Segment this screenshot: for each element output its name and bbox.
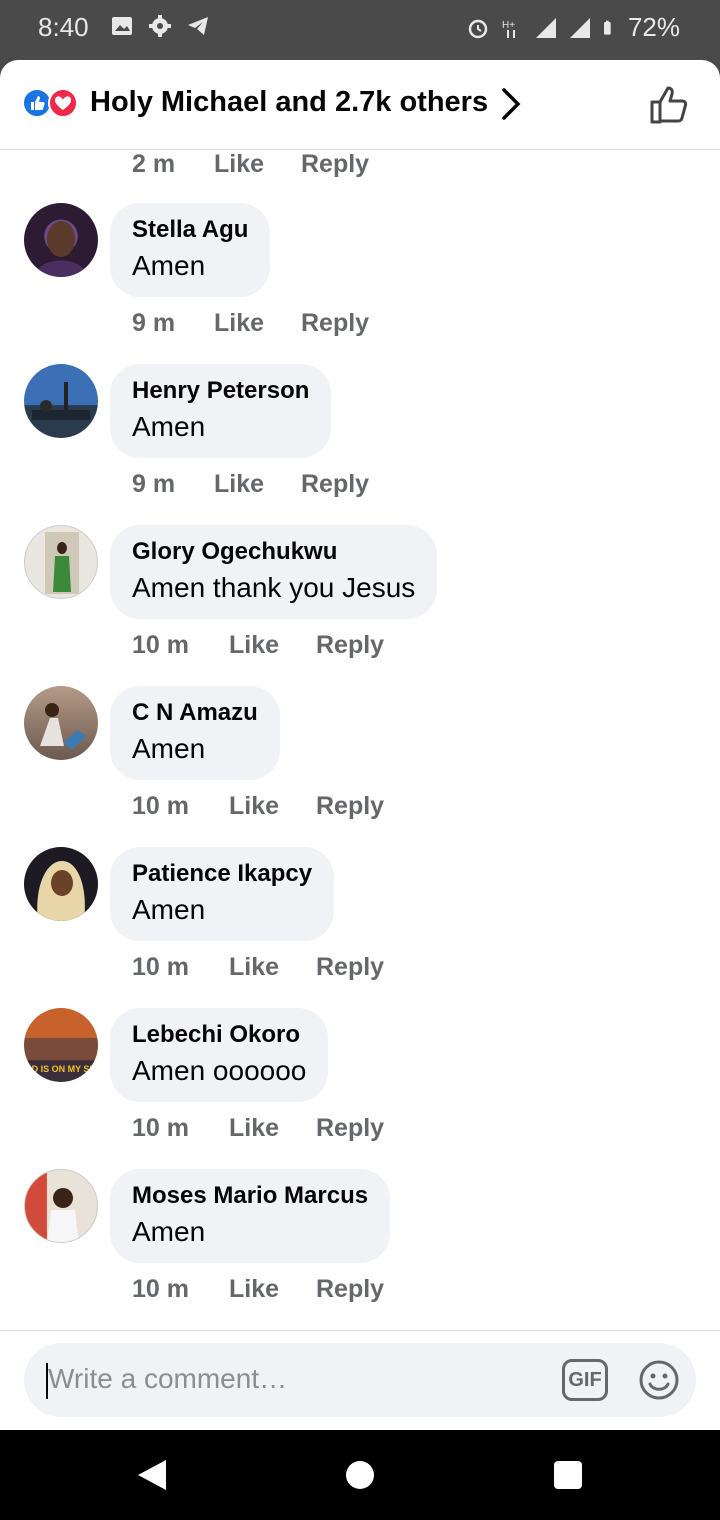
comment-item: GOD IS ON MY SIDE Lebechi Okoro Amen ooo…	[0, 1008, 720, 1169]
reply-comment-button[interactable]: Reply	[316, 792, 384, 821]
status-time: 8:40	[38, 12, 89, 42]
comment-item: Moses Mario Marcus Amen 10 m Like Reply	[0, 1169, 720, 1330]
commenter-name[interactable]: Patience Ikapcy	[132, 859, 312, 889]
comment-bubble[interactable]: Glory Ogechukwu Amen thank you Jesus	[110, 525, 438, 619]
comment-text: Amen	[132, 411, 206, 442]
comment-list[interactable]: 2 m Like Reply Stella Agu Amen 9 m Like …	[0, 150, 720, 1330]
avatar[interactable]	[24, 364, 98, 438]
comment-meta: 10 m Like Reply	[132, 953, 532, 989]
comment-time: 10 m	[132, 1275, 189, 1303]
comment-time: 2 m	[132, 150, 176, 178]
battery-percent: 72%	[627, 12, 680, 42]
comment-bubble[interactable]: Henry Peterson Amen	[110, 364, 332, 458]
commenter-name[interactable]: Glory Ogechukwu	[132, 537, 415, 567]
recents-icon[interactable]	[554, 1461, 582, 1489]
avatar[interactable]: GOD IS ON MY SIDE	[24, 1008, 98, 1082]
comment-meta: 9 m Like Reply	[132, 470, 532, 506]
like-comment-button[interactable]: Like	[229, 792, 279, 821]
gif-button[interactable]: GIF	[562, 1359, 608, 1401]
comment-time: 10 m	[132, 953, 189, 981]
avatar[interactable]	[24, 203, 98, 277]
reply-comment-button[interactable]: Reply	[316, 953, 384, 982]
comment-bubble[interactable]: Stella Agu Amen	[110, 203, 271, 297]
comment-item: Glory Ogechukwu Amen thank you Jesus 10 …	[0, 525, 720, 686]
comment-bubble[interactable]: C N Amazu Amen	[110, 686, 280, 780]
like-comment-button[interactable]: Like	[214, 150, 264, 179]
comment-time: 10 m	[132, 792, 189, 820]
comment-time: 10 m	[132, 631, 189, 659]
reply-comment-button[interactable]: Reply	[301, 309, 369, 338]
system-nav-bar	[0, 1430, 720, 1520]
reply-comment-button[interactable]: Reply	[316, 1275, 384, 1304]
comment-meta: 10 m Like Reply	[132, 1114, 532, 1150]
gallery-icon	[112, 17, 132, 35]
like-comment-button[interactable]: Like	[229, 631, 279, 660]
comment-bubble[interactable]: Patience Ikapcy Amen	[110, 847, 335, 941]
commenter-name[interactable]: Henry Peterson	[132, 376, 309, 406]
comment-text: Amen	[132, 250, 206, 281]
comment-meta: 10 m Like Reply	[132, 631, 532, 667]
back-icon[interactable]	[136, 1458, 168, 1492]
like-comment-button[interactable]: Like	[229, 953, 279, 982]
comment-meta: 10 m Like Reply	[132, 792, 532, 828]
comment-item: Stella Agu Amen 9 m Like Reply	[0, 203, 720, 364]
avatar[interactable]	[24, 525, 98, 599]
avatar[interactable]	[24, 1169, 98, 1243]
like-comment-button[interactable]: Like	[214, 309, 264, 338]
comment-meta: 9 m Like Reply	[132, 309, 532, 345]
comment-item: Henry Peterson Amen 9 m Like Reply	[0, 364, 720, 525]
svg-text:H+: H+	[502, 20, 515, 31]
comment-composer: Write a comment… GIF	[0, 1330, 720, 1430]
telegram-icon	[188, 17, 208, 35]
comment-meta: 10 m Like Reply	[132, 1275, 532, 1311]
reactions-header[interactable]: Holy Michael and 2.7k others	[0, 60, 720, 150]
status-system-icons: H+ 72%	[466, 12, 680, 43]
network-hplus-icon: H+	[502, 20, 515, 38]
comment-item: Patience Ikapcy Amen 10 m Like Reply	[0, 847, 720, 1008]
reply-comment-button[interactable]: Reply	[301, 150, 369, 179]
comment-item: C N Amazu Amen 10 m Like Reply	[0, 686, 720, 847]
signal-icon	[535, 17, 556, 38]
comment-text: Amen	[132, 1216, 206, 1247]
comment-bubble[interactable]: Moses Mario Marcus Amen	[110, 1169, 391, 1263]
settings-icon	[149, 15, 171, 37]
avatar[interactable]	[24, 686, 98, 760]
home-icon[interactable]	[346, 1461, 374, 1489]
comment-input[interactable]: Write a comment… GIF	[24, 1343, 696, 1417]
comment-input-placeholder: Write a comment…	[48, 1363, 288, 1394]
like-comment-button[interactable]: Like	[214, 470, 264, 499]
comment-text: Amen	[132, 894, 206, 925]
like-comment-button[interactable]: Like	[229, 1275, 279, 1304]
like-post-button[interactable]	[648, 84, 692, 126]
comment-time: 10 m	[132, 1114, 189, 1142]
avatar-badge-text: GOD IS ON MY SIDE	[24, 1064, 98, 1074]
comment-text: Amen thank you Jesus	[132, 572, 416, 603]
commenter-name[interactable]: Lebechi Okoro	[132, 1020, 306, 1050]
love-reaction-icon	[48, 88, 78, 118]
signal-icon	[569, 17, 590, 38]
comment-time: 9 m	[132, 470, 176, 498]
reply-comment-button[interactable]: Reply	[316, 631, 384, 660]
battery-icon	[603, 20, 611, 35]
alarm-icon	[468, 19, 488, 38]
emoji-icon[interactable]	[638, 1359, 680, 1401]
status-bar: 8:40 H+ 72%	[0, 0, 720, 60]
comment-bubble[interactable]: Lebechi Okoro Amen oooooo	[110, 1008, 329, 1102]
commenter-name[interactable]: Moses Mario Marcus	[132, 1181, 368, 1211]
reaction-summary[interactable]: Holy Michael and 2.7k others	[90, 86, 488, 119]
chevron-right-icon[interactable]	[498, 86, 524, 122]
commenter-name[interactable]: Stella Agu	[132, 215, 248, 245]
like-comment-button[interactable]: Like	[229, 1114, 279, 1143]
comment-time: 9 m	[132, 309, 176, 337]
status-notification-icons	[110, 14, 210, 38]
comments-sheet: Holy Michael and 2.7k others 2 m Like Re…	[0, 60, 720, 1430]
avatar[interactable]	[24, 847, 98, 921]
reaction-icons	[22, 88, 82, 120]
comment-meta: 2 m Like Reply	[132, 150, 532, 186]
commenter-name[interactable]: C N Amazu	[132, 698, 258, 728]
reply-comment-button[interactable]: Reply	[301, 470, 369, 499]
reply-comment-button[interactable]: Reply	[316, 1114, 384, 1143]
comment-text: Amen oooooo	[132, 1055, 307, 1086]
comment-text: Amen	[132, 733, 206, 764]
